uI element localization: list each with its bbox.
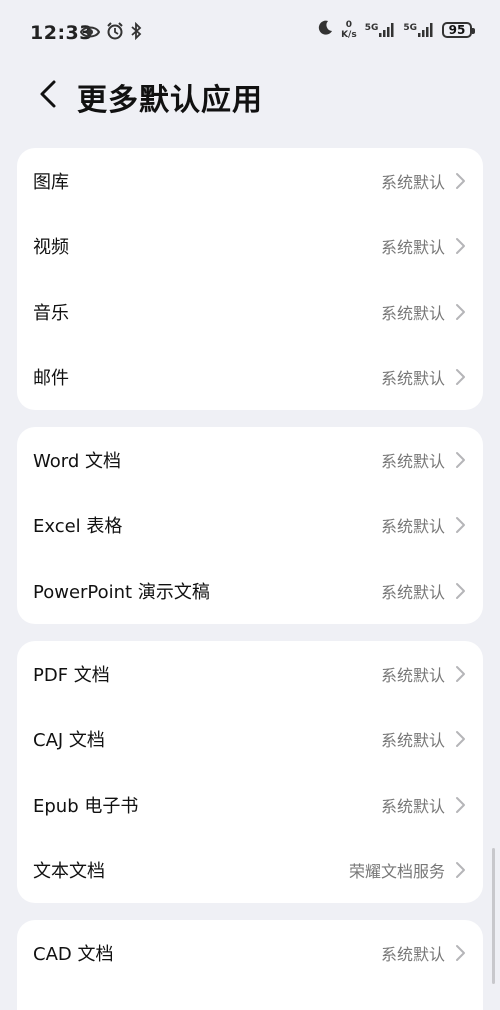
item-value: 系统默认: [380, 303, 445, 323]
list-item-video[interactable]: 视频 系统默认: [17, 214, 483, 280]
header: 更多默认应用: [0, 66, 500, 124]
item-label: 视频: [33, 237, 69, 259]
list-item-mail[interactable]: 邮件 系统默认: [17, 345, 483, 411]
item-label: 文本文档: [33, 861, 105, 883]
list-item-cad[interactable]: CAD 文档 系统默认: [17, 920, 483, 986]
chevron-right-icon: [456, 796, 465, 813]
list-item-word[interactable]: Word 文档 系统默认: [17, 427, 483, 493]
chevron-right-icon: [456, 862, 465, 879]
list-item-caj[interactable]: CAJ 文档 系统默认: [17, 707, 483, 773]
status-icons-left: [79, 21, 142, 44]
list-item-pdf[interactable]: PDF 文档 系统默认: [17, 641, 483, 707]
battery-level: 95: [448, 23, 466, 37]
item-label: PDF 文档: [33, 664, 110, 686]
eye-icon: [79, 24, 101, 43]
chevron-right-icon: [456, 517, 465, 534]
back-arrow-icon: [40, 80, 56, 108]
chevron-right-icon: [456, 451, 465, 468]
item-label: 音乐: [33, 302, 69, 324]
signal-bars-icon: [418, 23, 433, 37]
item-value: 荣耀文档服务: [348, 862, 445, 882]
bluetooth-icon: [130, 21, 142, 44]
chevron-right-icon: [456, 944, 465, 961]
settings-group-2: Word 文档 系统默认 Excel 表格 系统默认 PowerPoint 演示…: [17, 427, 483, 624]
list-item-excel[interactable]: Excel 表格 系统默认: [17, 493, 483, 559]
item-label: CAD 文档: [33, 943, 114, 965]
item-value: 系统默认: [380, 665, 445, 685]
status-icons-right: 0 K/s 5G 5G 95: [317, 20, 475, 40]
item-label: Word 文档: [33, 450, 121, 472]
item-value: 系统默认: [380, 451, 445, 471]
chevron-right-icon: [456, 665, 465, 682]
net-speed: 0 K/s: [341, 20, 357, 40]
scrollbar[interactable]: [492, 848, 495, 984]
chevron-right-icon: [456, 731, 465, 748]
item-value: 系统默认: [380, 731, 445, 751]
alarm-clock-icon: [106, 22, 124, 44]
settings-group-3: PDF 文档 系统默认 CAJ 文档 系统默认 Epub 电子书 系统默认 文本…: [17, 641, 483, 903]
battery-icon: 95: [442, 22, 475, 38]
item-value: 系统默认: [380, 517, 445, 537]
page-title: 更多默认应用: [77, 83, 263, 118]
signal-5g-2: 5G: [403, 23, 434, 37]
chevron-right-icon: [456, 303, 465, 320]
list-item-music[interactable]: 音乐 系统默认: [17, 279, 483, 345]
list-item-powerpoint[interactable]: PowerPoint 演示文稿 系统默认: [17, 558, 483, 624]
item-value: 系统默认: [380, 369, 445, 389]
list-item-text-document[interactable]: 文本文档 荣耀文档服务: [17, 838, 483, 904]
chevron-right-icon: [456, 582, 465, 599]
item-label: Excel 表格: [33, 516, 123, 538]
chevron-right-icon: [456, 369, 465, 386]
status-bar: 12:33 0 K/s 5G 5G 95: [0, 0, 500, 66]
item-label: PowerPoint 演示文稿: [33, 581, 210, 603]
chevron-right-icon: [456, 238, 465, 255]
signal-bars-icon: [379, 23, 394, 37]
chevron-right-icon: [456, 172, 465, 189]
back-button[interactable]: [32, 76, 68, 112]
item-value: 系统默认: [380, 944, 445, 964]
list-item-gallery[interactable]: 图库 系统默认: [17, 148, 483, 214]
item-value: 系统默认: [380, 238, 445, 258]
item-value: 系统默认: [380, 582, 445, 602]
settings-group-1: 图库 系统默认 视频 系统默认 音乐 系统默认 邮件 系统默认: [17, 148, 483, 410]
signal-5g-1: 5G: [365, 23, 396, 37]
item-label: CAJ 文档: [33, 730, 105, 752]
item-label: Epub 电子书: [33, 795, 139, 817]
settings-group-4: CAD 文档 系统默认: [17, 920, 483, 1010]
item-value: 系统默认: [380, 172, 445, 192]
item-label: 邮件: [33, 368, 69, 390]
list-item-epub[interactable]: Epub 电子书 系统默认: [17, 772, 483, 838]
item-value: 系统默认: [380, 796, 445, 816]
moon-icon: [317, 20, 333, 40]
item-label: 图库: [33, 171, 69, 193]
